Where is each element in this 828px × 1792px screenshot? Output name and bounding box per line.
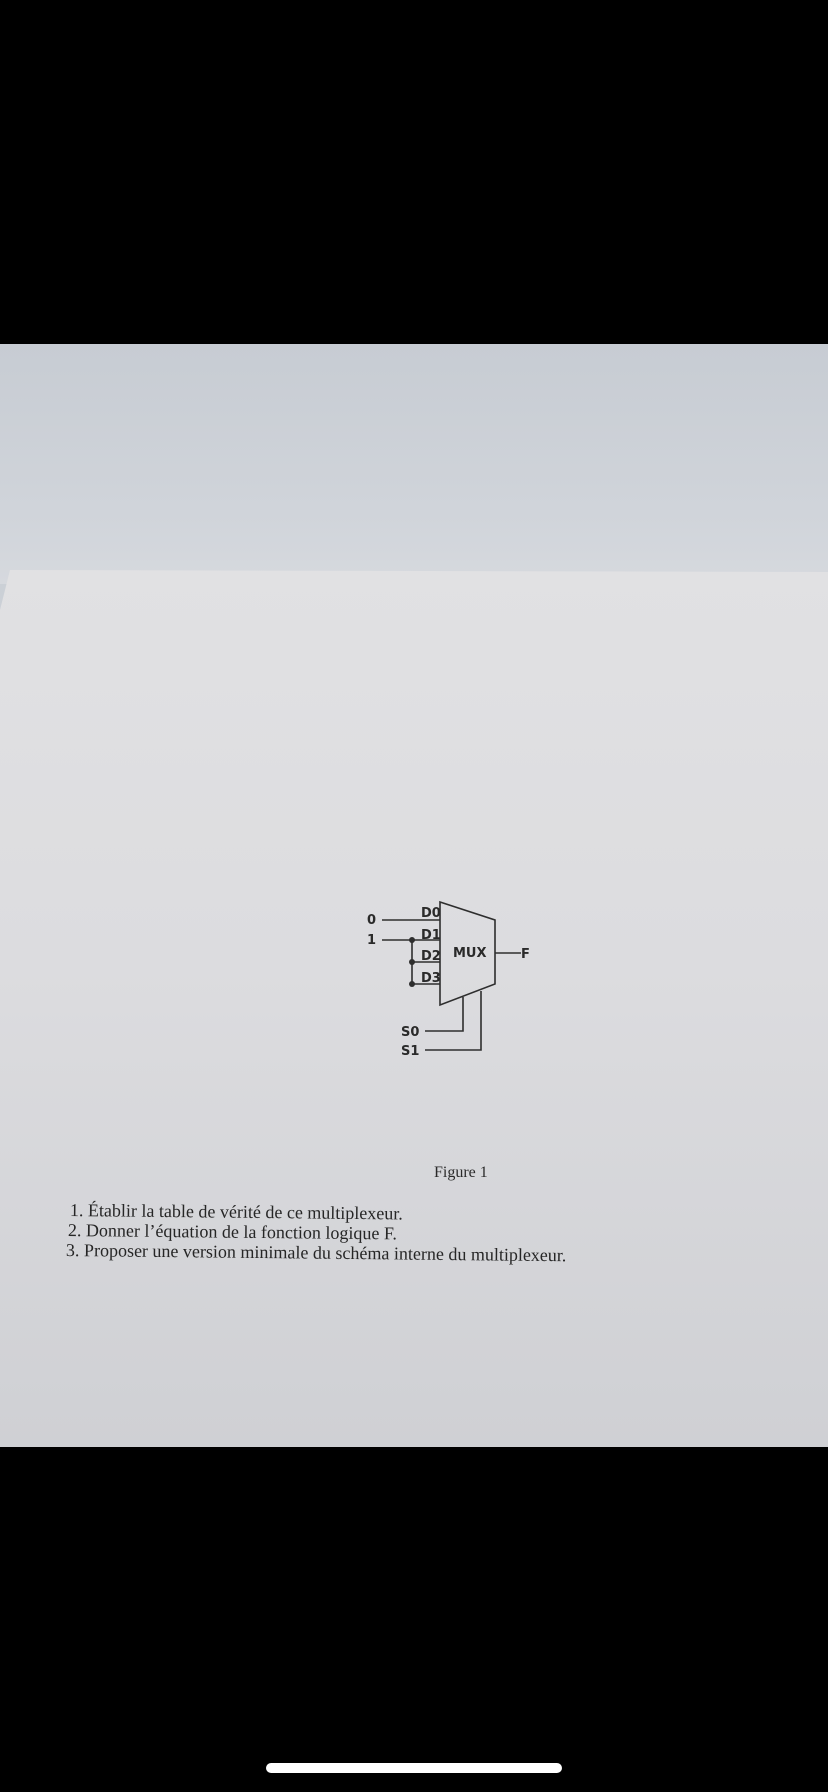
mux-label: MUX <box>453 946 487 961</box>
input-value-1: 1 <box>367 933 376 948</box>
screen: 0 1 D0 D1 D2 D3 MUX F S0 S1 Figure 1 1. … <box>0 0 828 1792</box>
data-input-d0: D0 <box>421 906 441 921</box>
photo: 0 1 D0 D1 D2 D3 MUX F S0 S1 Figure 1 1. … <box>0 344 828 1447</box>
select-input-s0: S0 <box>401 1025 419 1040</box>
figure-caption: Figure 1 <box>434 1164 488 1181</box>
junction-dot <box>409 937 415 943</box>
home-indicator[interactable] <box>266 1763 562 1773</box>
question-list: 1. Établir la table de vérité de ce mult… <box>66 1200 786 1265</box>
data-input-d3: D3 <box>421 971 441 986</box>
paper-sheet: 0 1 D0 D1 D2 D3 MUX F S0 S1 Figure 1 1. … <box>0 570 828 1447</box>
multiplexer-diagram: 0 1 D0 D1 D2 D3 MUX F S0 S1 <box>367 900 530 1059</box>
wire-s0 <box>425 997 464 1032</box>
select-input-s1: S1 <box>401 1044 419 1059</box>
input-value-0: 0 <box>367 913 376 928</box>
junction-dot <box>409 959 415 965</box>
junction-dot <box>409 981 415 987</box>
output-label: F <box>521 947 530 962</box>
wall-background <box>0 344 828 584</box>
data-input-d2: D2 <box>421 949 441 964</box>
data-input-d1: D1 <box>421 928 441 943</box>
